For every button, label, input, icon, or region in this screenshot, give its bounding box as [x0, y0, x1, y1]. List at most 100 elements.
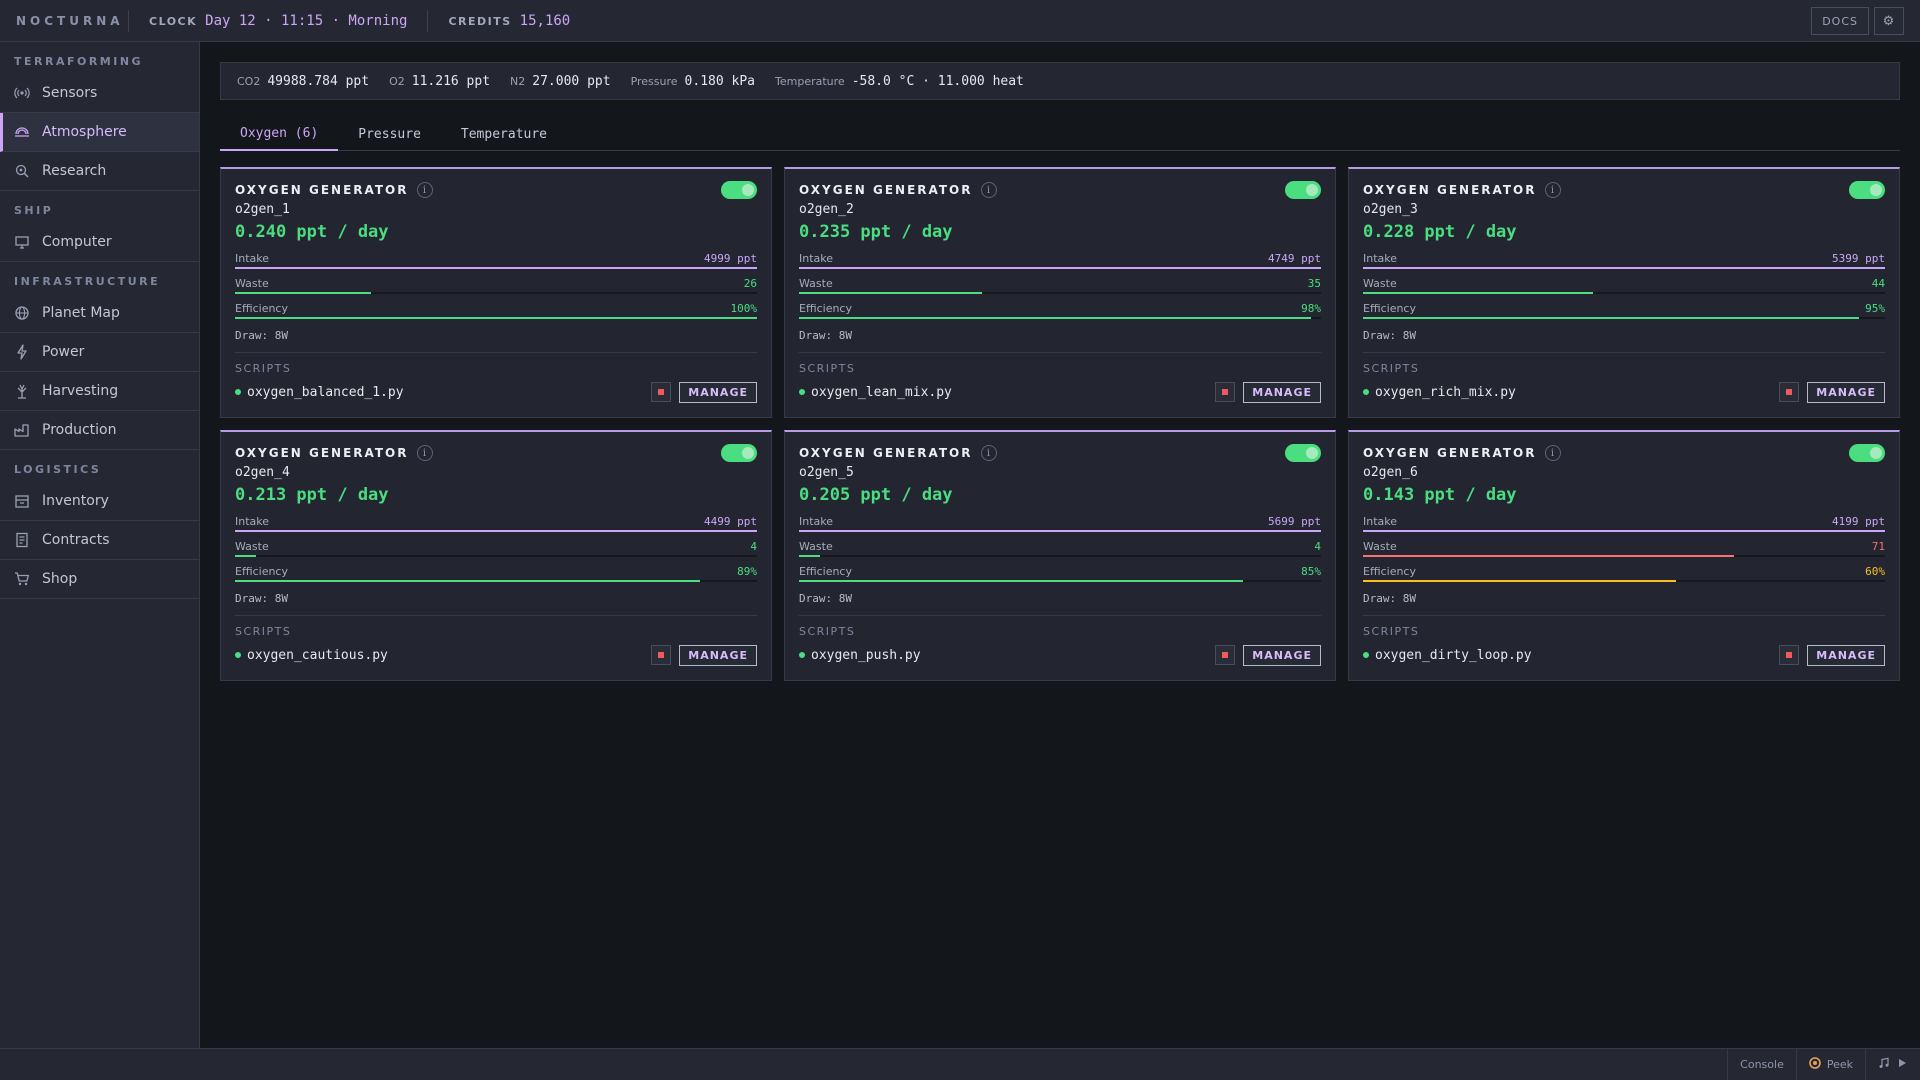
sidebar-item-shop[interactable]: Shop [0, 560, 199, 599]
sidebar-item-label: Production [42, 422, 117, 438]
efficiency-label: Efficiency [1363, 302, 1416, 315]
manage-script-button[interactable]: MANAGE [679, 381, 757, 403]
efficiency-label: Efficiency [235, 565, 288, 578]
intake-meter: Intake 5399 ppt [1363, 246, 1885, 271]
tab-pressure[interactable]: Pressure [338, 118, 441, 151]
play-icon[interactable] [1896, 1057, 1908, 1072]
info-icon[interactable]: i [1544, 445, 1561, 461]
waste-bar-fill [799, 292, 982, 294]
sidebar-item-contracts[interactable]: Contracts [0, 521, 199, 560]
waste-bar-fill [235, 555, 256, 557]
info-icon[interactable]: i [1544, 182, 1561, 198]
info-icon[interactable]: i [416, 445, 433, 461]
app-brand: NOCTURNA [16, 13, 124, 28]
waste-value: 4 [1314, 540, 1321, 553]
waste-bar-fill [1363, 555, 1734, 557]
info-icon[interactable]: i [980, 445, 997, 461]
manage-script-button[interactable]: MANAGE [1243, 644, 1321, 666]
efficiency-label: Efficiency [235, 302, 288, 315]
tab-oxygen-6[interactable]: Oxygen (6) [220, 118, 339, 151]
tab-temperature[interactable]: Temperature [441, 118, 567, 151]
sidebar-item-research[interactable]: Research [0, 152, 199, 191]
info-icon[interactable]: i [416, 182, 433, 198]
generator-enable-toggle[interactable] [1849, 181, 1885, 199]
generator-card: OXYGEN GENERATOR i o2gen_4 0.213 ppt / day I… [220, 430, 772, 681]
manage-script-button[interactable]: MANAGE [1243, 381, 1321, 403]
waste-bar-track [235, 292, 757, 294]
manage-script-button[interactable]: MANAGE [1807, 644, 1885, 666]
scripts-label: SCRIPTS [1363, 625, 1420, 638]
sidebar-item-label: Research [42, 163, 107, 179]
stop-script-button[interactable] [651, 645, 672, 665]
efficiency-bar-track [235, 317, 757, 319]
stop-script-button[interactable] [1215, 645, 1236, 665]
intake-bar-track [799, 530, 1321, 532]
sidebar-item-power[interactable]: Power [0, 333, 199, 372]
efficiency-bar-fill [235, 580, 700, 582]
env-value: 11.216 ppt [411, 73, 491, 89]
intake-bar-fill [1363, 267, 1885, 269]
waste-meter: Waste 4 [235, 534, 757, 559]
script-name: oxygen_push.py [811, 647, 921, 663]
generator-rate: 0.143 ppt / day [1363, 485, 1517, 505]
waste-label: Waste [235, 277, 269, 290]
generator-enable-toggle[interactable] [721, 444, 757, 462]
sidebar-item-label: Sensors [42, 85, 98, 101]
stop-script-button[interactable] [1779, 382, 1800, 402]
generator-rate: 0.228 ppt / day [1363, 222, 1517, 242]
sidebar-item-harvesting[interactable]: Harvesting [0, 372, 199, 411]
waste-label: Waste [799, 277, 833, 290]
peek-button[interactable]: Peek [1795, 1049, 1865, 1080]
generator-enable-toggle[interactable] [1285, 181, 1321, 199]
efficiency-label: Efficiency [799, 565, 852, 578]
stop-script-button[interactable] [651, 382, 672, 402]
intake-bar-track [1363, 267, 1885, 269]
sidebar-item-atmosphere[interactable]: Atmosphere [0, 113, 199, 152]
sidebar-item-planet-map[interactable]: Planet Map [0, 294, 199, 333]
card-header: OXYGEN GENERATOR i [799, 181, 1321, 199]
scripts-label: SCRIPTS [235, 625, 292, 638]
card-header: OXYGEN GENERATOR i [1363, 444, 1885, 462]
generator-enable-toggle[interactable] [1285, 444, 1321, 462]
console-button[interactable]: Console [1727, 1049, 1796, 1080]
top-bar: NOCTURNA CLOCK Day 12 · 11:15 · Morning … [0, 0, 1920, 42]
script-name: oxygen_dirty_loop.py [1375, 647, 1532, 663]
script-row: oxygen_push.py MANAGE [799, 644, 1321, 666]
efficiency-meter: Efficiency 60% [1363, 559, 1885, 584]
efficiency-meter: Efficiency 89% [235, 559, 757, 584]
generator-id: o2gen_2 [799, 202, 854, 217]
waste-meter: Waste 71 [1363, 534, 1885, 559]
efficiency-value: 85% [1301, 565, 1321, 578]
generator-enable-toggle[interactable] [721, 181, 757, 199]
generator-rate: 0.235 ppt / day [799, 222, 953, 242]
power-draw: Draw: 8W [1363, 592, 1416, 605]
research-icon [14, 163, 30, 179]
computer-icon [14, 234, 30, 250]
stop-script-button[interactable] [1215, 382, 1236, 402]
efficiency-bar-fill [799, 580, 1243, 582]
info-icon[interactable]: i [980, 182, 997, 198]
waste-meter: Waste 35 [799, 271, 1321, 296]
settings-button[interactable]: ⚙ [1874, 7, 1904, 35]
manage-script-button[interactable]: MANAGE [1807, 381, 1885, 403]
intake-meter: Intake 4999 ppt [235, 246, 757, 271]
stop-script-button[interactable] [1779, 645, 1800, 665]
sidebar-item-sensors[interactable]: Sensors [0, 74, 199, 113]
docs-button[interactable]: DOCS [1811, 7, 1869, 35]
sidebar-item-inventory[interactable]: Inventory [0, 482, 199, 521]
manage-script-button[interactable]: MANAGE [679, 644, 757, 666]
intake-bar-track [1363, 530, 1885, 532]
efficiency-meter: Efficiency 95% [1363, 296, 1885, 321]
script-name: oxygen_rich_mix.py [1375, 384, 1516, 400]
intake-label: Intake [799, 515, 834, 528]
intake-label: Intake [235, 252, 270, 265]
peek-label: Peek [1826, 1058, 1853, 1071]
sidebar-item-production[interactable]: Production [0, 411, 199, 450]
waste-value: 35 [1307, 277, 1321, 290]
music-button[interactable] [1865, 1049, 1920, 1080]
sidebar-item-computer[interactable]: Computer [0, 223, 199, 262]
stop-icon [1786, 389, 1793, 395]
generator-enable-toggle[interactable] [1849, 444, 1885, 462]
generator-id: o2gen_3 [1363, 202, 1418, 217]
efficiency-bar-fill [235, 317, 757, 319]
